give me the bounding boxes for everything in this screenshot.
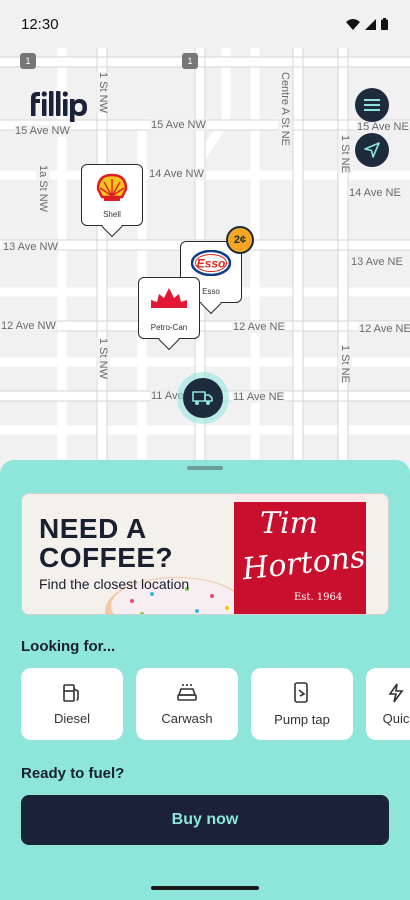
service-label: Quic	[382, 710, 410, 726]
shell-logo	[95, 173, 129, 208]
fillip-logo	[28, 88, 92, 127]
status-icons	[346, 18, 388, 30]
navigation-arrow-icon	[364, 142, 380, 158]
petro-canada-logo	[149, 286, 189, 317]
street-label: 14 Ave NE	[348, 187, 402, 199]
locate-me-button[interactable]	[355, 133, 389, 167]
service-label: Pump tap	[274, 711, 330, 727]
street-label: 1 St NW	[96, 72, 110, 113]
quick-icon	[388, 683, 404, 702]
street-label: 14 Ave NW	[148, 168, 205, 180]
phone-tap-icon	[294, 681, 308, 703]
status-bar: 12:30	[0, 0, 410, 48]
highway-shield: 1	[182, 53, 198, 69]
service-card-carwash[interactable]: Carwash	[136, 668, 238, 740]
home-indicator[interactable]	[151, 886, 259, 890]
service-card-diesel[interactable]: Diesel	[21, 668, 123, 740]
street-label: 15 Ave NE	[356, 121, 410, 133]
station-label: Esso	[202, 287, 220, 296]
tim-hortons-est: Est. 1964	[294, 592, 343, 603]
street-label: 1 St NE	[338, 345, 352, 383]
status-time: 12:30	[21, 16, 59, 33]
looking-for-title: Looking for...	[21, 638, 116, 655]
street-label: 13 Ave NE	[350, 256, 404, 268]
street-label: 13 Ave NW	[2, 241, 59, 253]
street-label: 11 Ave NE	[232, 391, 285, 403]
promo-banner[interactable]: Tim Hortons Est. 1964 NEED A COFFEE? Fin…	[21, 493, 389, 615]
map-view[interactable]: 1 1 15 Ave NW 15 Ave NW 15 Ave NE 14 Ave…	[0, 0, 410, 470]
truck-icon	[192, 391, 213, 405]
street-label: Centre A St NE	[278, 72, 292, 146]
esso-logo: Esso	[190, 249, 232, 281]
sheet-drag-handle[interactable]	[187, 466, 223, 470]
tim-hortons-brand: Tim	[260, 506, 319, 541]
highway-shield: 1	[20, 53, 36, 69]
street-label: 1 St NW	[96, 338, 110, 379]
fuel-pump-icon	[63, 683, 79, 702]
banner-subtitle: Find the closest location	[39, 576, 190, 592]
street-label: 1a St NW	[36, 165, 50, 213]
buy-now-button[interactable]: Buy now	[21, 795, 389, 845]
service-label: Diesel	[53, 710, 91, 726]
service-card-pump-tap[interactable]: Pump tap	[251, 668, 353, 740]
car-icon	[177, 683, 197, 701]
street-label: 12 Ave NW	[0, 320, 57, 332]
station-pin-shell[interactable]: Shell	[81, 164, 143, 226]
station-pin-petro-canada[interactable]: Petro-Can	[138, 277, 200, 339]
station-label: Shell	[103, 210, 121, 219]
station-label: Petro-Can	[150, 323, 188, 332]
price-discount-badge: 2¢	[226, 226, 254, 254]
ready-to-fuel-title: Ready to fuel?	[21, 765, 125, 782]
svg-text:Esso: Esso	[197, 257, 226, 271]
service-filters: Diesel Carwash Pump tap Quic	[21, 668, 410, 740]
service-label: Carwash	[161, 710, 213, 726]
menu-icon	[364, 99, 380, 111]
street-label: 12 Ave NE	[232, 321, 286, 333]
wifi-icon	[346, 18, 360, 30]
street-label: 12 Ave NE	[358, 323, 410, 335]
signal-icon	[365, 18, 376, 30]
menu-button[interactable]	[355, 88, 389, 122]
banner-title: NEED A COFFEE?	[39, 513, 174, 573]
street-label: 1 St NE	[338, 135, 352, 173]
battery-icon	[381, 18, 388, 30]
current-location-marker	[183, 378, 223, 418]
street-label: 15 Ave NW	[150, 119, 207, 131]
service-card-quick[interactable]: Quic	[366, 668, 410, 740]
bottom-sheet[interactable]: Tim Hortons Est. 1964 NEED A COFFEE? Fin…	[0, 460, 410, 900]
